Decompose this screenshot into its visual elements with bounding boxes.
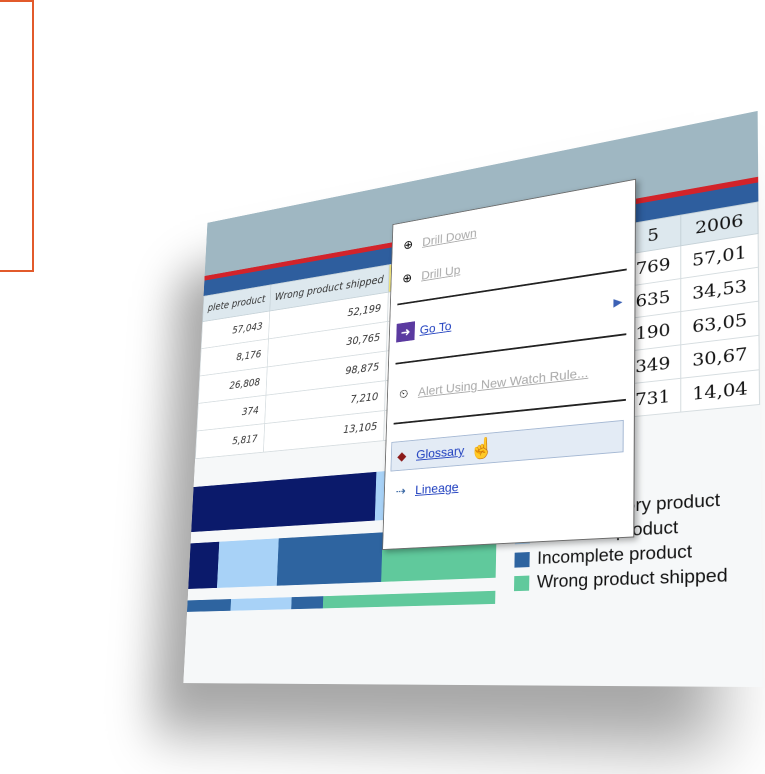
menu-separator (393, 398, 626, 425)
menu-item-lineage[interactable]: ⇢ Lineage (391, 477, 459, 502)
go-to-icon: ➜ (396, 321, 416, 343)
hand-cursor-icon: ☝ (469, 435, 495, 461)
drill-down-icon: ⊕ (403, 236, 414, 252)
bar-segment-defective[interactable] (216, 538, 279, 588)
menu-item-label: Glossary (416, 443, 465, 462)
menu-item-go-to[interactable]: ➜ Go To (396, 316, 452, 343)
bar-segment-unsatisfactory[interactable] (188, 541, 220, 589)
watch-rule-icon: ⏲ (398, 385, 409, 401)
submenu-arrow-icon: ▶ (613, 294, 623, 310)
report-card: plete product Wrong product shipped Ur 5… (183, 110, 763, 688)
drill-up-icon: ⊕ (402, 269, 413, 285)
bar-segment-defective[interactable] (230, 597, 292, 611)
legend-label: Incomplete product (537, 541, 693, 568)
menu-item-label: Drill Up (421, 262, 461, 283)
bar-segment-incomplete[interactable] (187, 599, 232, 612)
menu-item-drill-up[interactable]: ⊕ Drill Up (398, 260, 461, 289)
bar-segment-wrong-shipped[interactable] (322, 590, 496, 609)
legend-item: Wrong product shipped (514, 565, 728, 593)
menu-separator (395, 333, 627, 365)
legend-swatch (514, 551, 530, 568)
bar-row (187, 590, 496, 612)
table-cell[interactable]: 14,04 (681, 369, 760, 412)
legend-swatch (514, 575, 530, 591)
legend-label: Wrong product shipped (536, 565, 728, 592)
menu-item-label: Go To (419, 318, 452, 337)
glossary-book-icon: ◆ (397, 447, 407, 463)
menu-item-drill-down[interactable]: ⊕ Drill Down (399, 223, 477, 255)
lineage-icon: ⇢ (395, 482, 406, 498)
bar-segment-incomplete[interactable] (276, 532, 383, 586)
context-menu: ⊕ Drill Down ⊕ Drill Up ➜ Go To ▶ ⏲ Aler… (382, 178, 637, 551)
bar-segment-incomplete[interactable] (291, 596, 324, 610)
crosstab-right: 5 2006 769 57,01 635 34,53 190 63,05 349… (624, 201, 760, 418)
menu-item-label: Drill Down (422, 225, 477, 249)
menu-item-label: Lineage (415, 479, 459, 497)
orange-accent-bar (0, 0, 34, 272)
menu-item-label: Alert Using New Watch Rule... (417, 364, 589, 399)
report-scene: plete product Wrong product shipped Ur 5… (120, 60, 765, 760)
bar-segment-unsatisfactory[interactable] (191, 471, 377, 533)
menu-item-alert-watch-rule[interactable]: ⏲ Alert Using New Watch Rule... (394, 362, 589, 404)
